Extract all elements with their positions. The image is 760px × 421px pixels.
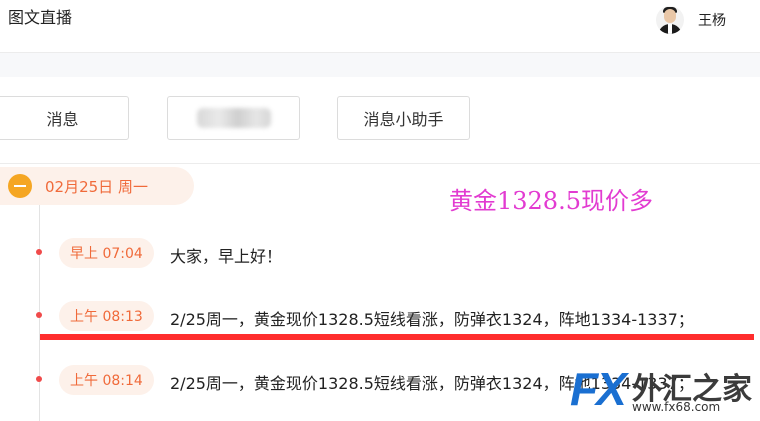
time-badge: 上午 08:13 bbox=[59, 301, 154, 331]
message-text: 大家，早上好！ bbox=[170, 247, 283, 266]
tab-blurred[interactable] bbox=[167, 96, 300, 140]
user-menu[interactable]: 王杨 bbox=[656, 6, 726, 34]
tab-message-assistant[interactable]: 消息小助手 bbox=[337, 96, 470, 140]
tab-messages[interactable]: 消息 bbox=[0, 96, 129, 140]
highlight-underline bbox=[40, 334, 754, 340]
header-strip bbox=[0, 53, 760, 77]
date-header[interactable]: 02月25日 周一 bbox=[0, 167, 194, 205]
collapse-icon[interactable] bbox=[8, 174, 32, 198]
message-text: 2/25周一，黄金现价1328.5短线看涨，防弹衣1324，阵地1334-133… bbox=[170, 310, 694, 329]
timeline-dot bbox=[36, 249, 42, 255]
divider bbox=[0, 163, 760, 164]
top-bar: 图文直播 王杨 bbox=[0, 0, 760, 53]
watermark-brand: FX bbox=[570, 363, 627, 415]
blurred-label bbox=[196, 108, 271, 128]
avatar[interactable] bbox=[656, 6, 684, 34]
user-name[interactable]: 王杨 bbox=[698, 10, 726, 30]
timeline-dot bbox=[36, 312, 42, 318]
date-label: 02月25日 周一 bbox=[45, 177, 148, 196]
watermark-logo: FX 外汇之家 www.fx68.com bbox=[560, 360, 758, 420]
timeline-dot bbox=[36, 376, 42, 382]
time-badge: 早上 07:04 bbox=[59, 238, 154, 268]
page-title: 图文直播 bbox=[8, 8, 73, 27]
overlay-annotation: 黄金1328.5现价多 bbox=[449, 187, 653, 215]
watermark-url: www.fx68.com bbox=[632, 400, 721, 414]
time-badge: 上午 08:14 bbox=[59, 365, 154, 395]
